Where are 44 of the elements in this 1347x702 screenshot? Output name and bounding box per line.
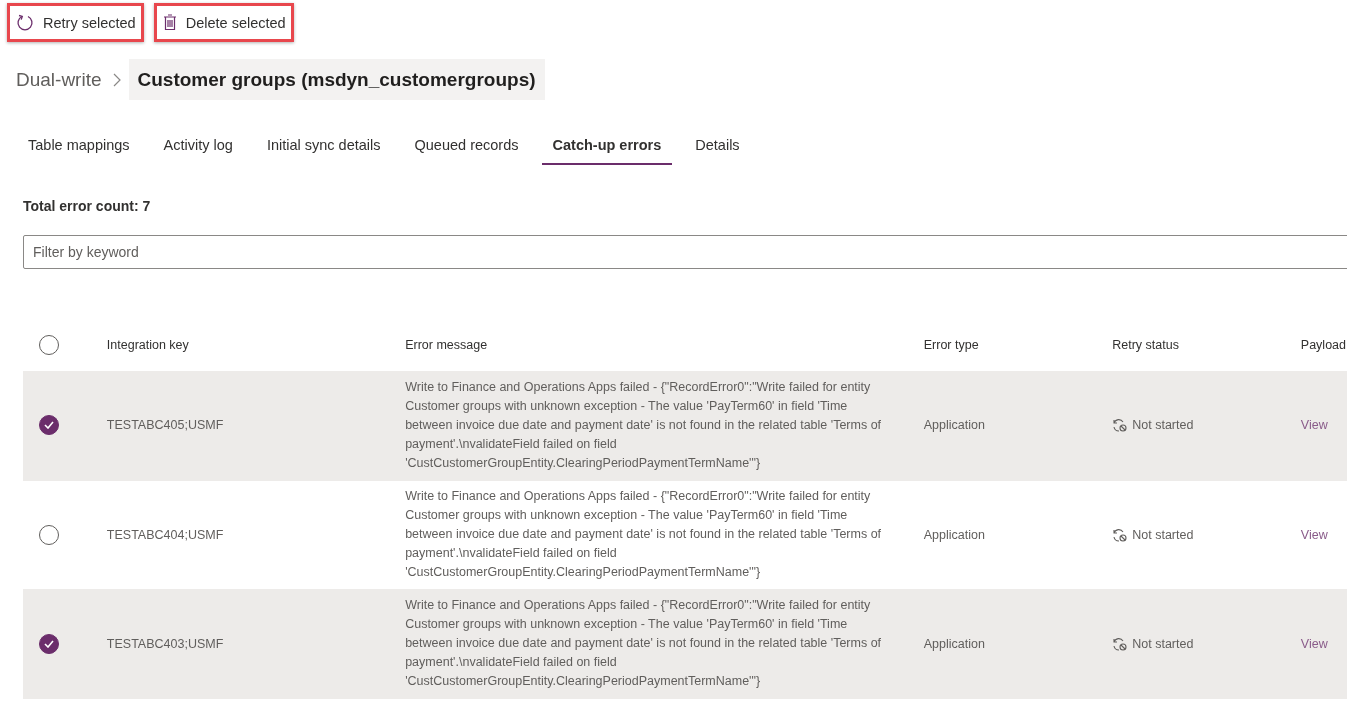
view-link[interactable]: View xyxy=(1300,636,1328,651)
tab[interactable]: Catch-up errors xyxy=(541,129,673,165)
table-cell: Not started xyxy=(1132,527,1194,542)
column-header: Payload xyxy=(1299,319,1347,371)
row-checkbox[interactable] xyxy=(39,633,59,654)
trash-icon xyxy=(162,14,177,31)
delete-button[interactable]: Delete selected xyxy=(153,3,294,42)
table-cell: TESTABC403;USMF xyxy=(106,636,224,651)
table-cell: Not started xyxy=(1132,636,1194,651)
sync-blocked-icon xyxy=(1112,418,1128,433)
error-message: Write to Finance and Operations Apps failed - {"RecordError0":"Write failed for entity Customer groups with unknown exception - The value 'PayTerm60' in field 'Time between invoice due date and payment date' is not found in the related table 'Terms of payment'.\nvalidateField failed on field 'CustCustomerGroupEntity.ClearingPeriodPaymentTermName'"} xyxy=(405,489,882,579)
retry-button[interactable]: Retry selected xyxy=(7,3,144,42)
table-cell: TESTABC405;USMF xyxy=(106,418,224,433)
tab[interactable]: Table mappings xyxy=(17,129,141,165)
column-header: Integration key xyxy=(105,319,405,371)
refresh-icon xyxy=(16,13,34,32)
chevron-right-icon xyxy=(112,72,121,87)
page-title: Customer groups (msdyn_customergroups) xyxy=(128,59,545,100)
tab[interactable]: Initial sync details xyxy=(255,129,392,165)
sync-blocked-icon xyxy=(1112,636,1128,651)
tab[interactable]: Queued records xyxy=(403,129,530,165)
error-message: Write to Finance and Operations Apps failed - {"RecordError0":"Write failed for entity Customer groups with unknown exception - The value 'PayTerm60' in field 'Time between invoice due date and payment date' is not found in the related table 'Terms of payment'.\nvalidateField failed on field 'CustCustomerGroupEntity.ClearingPeriodPaymentTermName'"} xyxy=(405,379,882,470)
breadcrumb-link[interactable]: Dual-write xyxy=(16,68,102,91)
error-count: Total error count: 7 xyxy=(23,198,152,214)
view-link[interactable]: View xyxy=(1300,527,1328,542)
table-cell: TESTABC404;USMF xyxy=(106,527,224,542)
tab[interactable]: Details xyxy=(684,129,751,165)
sync-blocked-icon xyxy=(1112,527,1128,542)
error-message: Write to Finance and Operations Apps failed - {"RecordError0":"Write failed for entity Customer groups with unknown exception - The value 'PayTerm60' in field 'Time between invoice due date and payment date' is not found in the related table 'Terms of payment'.\nvalidateField failed on field 'CustCustomerGroupEntity.ClearingPeriodPaymentTermName'"} xyxy=(405,598,882,688)
tab[interactable]: Activity log xyxy=(152,129,244,165)
table-cell: Not started xyxy=(1132,418,1194,433)
table-cell: Application xyxy=(923,636,985,651)
table-cell: Application xyxy=(923,527,985,542)
column-header: Retry status xyxy=(1111,319,1300,371)
table-cell: Application xyxy=(923,418,985,433)
column-header: Error type xyxy=(922,319,1112,371)
view-link[interactable]: View xyxy=(1300,418,1328,433)
filter-field[interactable]: Filter by keyword xyxy=(23,235,1347,269)
row-checkbox[interactable] xyxy=(39,415,59,436)
checkmark-icon xyxy=(44,421,54,430)
row-checkbox[interactable] xyxy=(39,524,59,545)
checkmark-icon xyxy=(44,639,54,648)
select-all-checkbox[interactable] xyxy=(39,335,59,355)
column-header: Error message xyxy=(404,319,923,371)
